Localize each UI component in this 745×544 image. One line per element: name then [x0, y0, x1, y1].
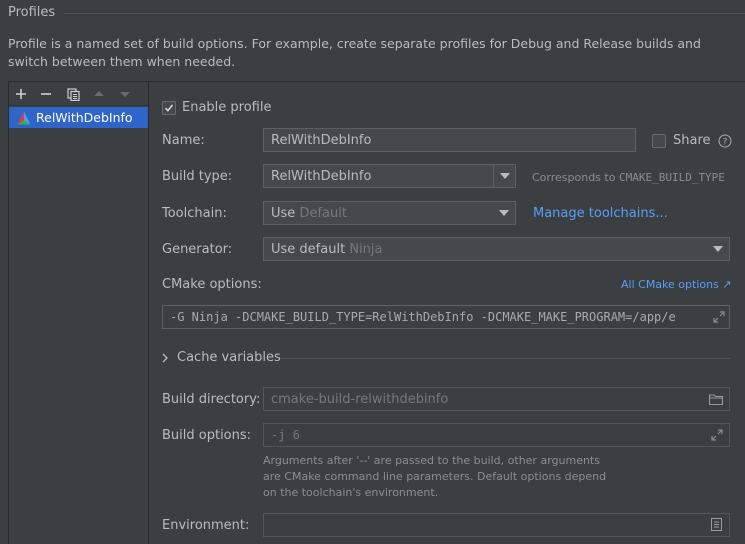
- move-up-button[interactable]: [90, 85, 108, 103]
- build-type-value: RelWithDebInfo: [271, 168, 372, 184]
- name-label: Name:: [162, 133, 205, 148]
- cmake-options-label: CMake options:: [162, 277, 262, 292]
- share-label: Share: [673, 133, 711, 148]
- toolchain-dropdown-button[interactable]: [493, 202, 515, 224]
- generator-dropdown-button[interactable]: [707, 238, 729, 260]
- chevron-right-icon: [162, 353, 168, 362]
- cmake-icon: [17, 111, 31, 124]
- name-input[interactable]: RelWithDebInfo: [263, 128, 636, 152]
- enable-profile-label: Enable profile: [182, 100, 272, 115]
- minus-icon: [41, 93, 51, 95]
- copy-icon: [66, 87, 80, 101]
- section-divider: [64, 13, 745, 14]
- build-options-help: Arguments after '--' are passed to the b…: [263, 454, 607, 499]
- plus-icon: [16, 89, 26, 99]
- build-directory-value: cmake-build-relwithdebinfo: [271, 391, 449, 407]
- cmake-options-value: -G Ninja -DCMAKE_BUILD_TYPE=RelWithDebIn…: [170, 310, 676, 324]
- generator-label: Generator:: [162, 242, 233, 257]
- arrow-up-icon: [94, 91, 104, 96]
- folder-icon[interactable]: [709, 393, 723, 405]
- cache-variables-divider: [281, 358, 730, 359]
- share-row[interactable]: Share ?: [652, 133, 732, 148]
- expand-icon[interactable]: [711, 429, 723, 441]
- build-options-label: Build options:: [162, 428, 252, 443]
- build-type-combo[interactable]: RelWithDebInfo: [263, 164, 516, 188]
- chevron-down-icon: [713, 246, 723, 252]
- svg-text:?: ?: [722, 137, 727, 147]
- cache-variables-label: Cache variables: [177, 350, 281, 365]
- profiles-toolbar: [9, 82, 148, 106]
- build-type-hint-code: CMAKE_BUILD_TYPE: [618, 171, 725, 184]
- chevron-down-icon: [499, 210, 509, 216]
- document-icon[interactable]: [711, 518, 722, 531]
- cmake-options-input[interactable]: -G Ninja -DCMAKE_BUILD_TYPE=RelWithDebIn…: [162, 305, 730, 329]
- share-checkbox[interactable]: [652, 133, 666, 148]
- profile-list-item[interactable]: RelWithDebInfo: [9, 107, 148, 128]
- toolchain-use: Use: [271, 205, 296, 221]
- check-icon: [164, 103, 174, 112]
- environment-label: Environment:: [162, 518, 250, 533]
- toolchain-label: Toolchain:: [162, 206, 227, 221]
- toolchain-combo[interactable]: Use Default: [263, 201, 516, 225]
- generator-combo[interactable]: Use default Ninja: [263, 237, 730, 261]
- section-title: Profiles: [8, 5, 56, 20]
- build-directory-input[interactable]: cmake-build-relwithdebinfo: [263, 387, 730, 411]
- build-directory-label: Build directory:: [162, 392, 261, 407]
- generator-value: Ninja: [349, 241, 383, 257]
- form-top-border: [149, 81, 745, 82]
- enable-profile-checkbox[interactable]: [162, 100, 176, 115]
- toolchain-value: Default: [299, 205, 347, 221]
- profiles-list-panel: RelWithDebInfo: [8, 81, 149, 544]
- all-cmake-options-link[interactable]: All CMake options ↗: [621, 278, 732, 291]
- expand-icon[interactable]: [713, 311, 725, 323]
- arrow-down-icon: [120, 92, 130, 97]
- remove-profile-button[interactable]: [37, 85, 55, 103]
- manage-toolchains-link[interactable]: Manage toolchains...: [533, 206, 668, 221]
- profile-name-label: RelWithDebInfo: [36, 110, 133, 125]
- build-type-hint-prefix: Corresponds to: [532, 171, 616, 184]
- build-type-hint: Corresponds to CMAKE_BUILD_TYPE: [532, 171, 725, 184]
- build-options-input[interactable]: -j 6: [263, 423, 730, 447]
- cache-variables-toggle[interactable]: Cache variables: [162, 350, 281, 365]
- help-icon[interactable]: ?: [718, 134, 732, 148]
- environment-input[interactable]: [263, 513, 730, 537]
- build-type-label: Build type:: [162, 169, 233, 184]
- build-type-dropdown-button[interactable]: [493, 165, 515, 187]
- copy-profile-button[interactable]: [64, 85, 82, 103]
- generator-use: Use default: [271, 241, 346, 257]
- add-profile-button[interactable]: [12, 85, 30, 103]
- section-description: Profile is a named set of build options.…: [8, 36, 701, 69]
- build-options-value: -j 6: [271, 428, 300, 442]
- enable-profile-row[interactable]: Enable profile: [162, 100, 271, 115]
- chevron-down-icon: [499, 173, 510, 179]
- move-down-button[interactable]: [116, 85, 134, 103]
